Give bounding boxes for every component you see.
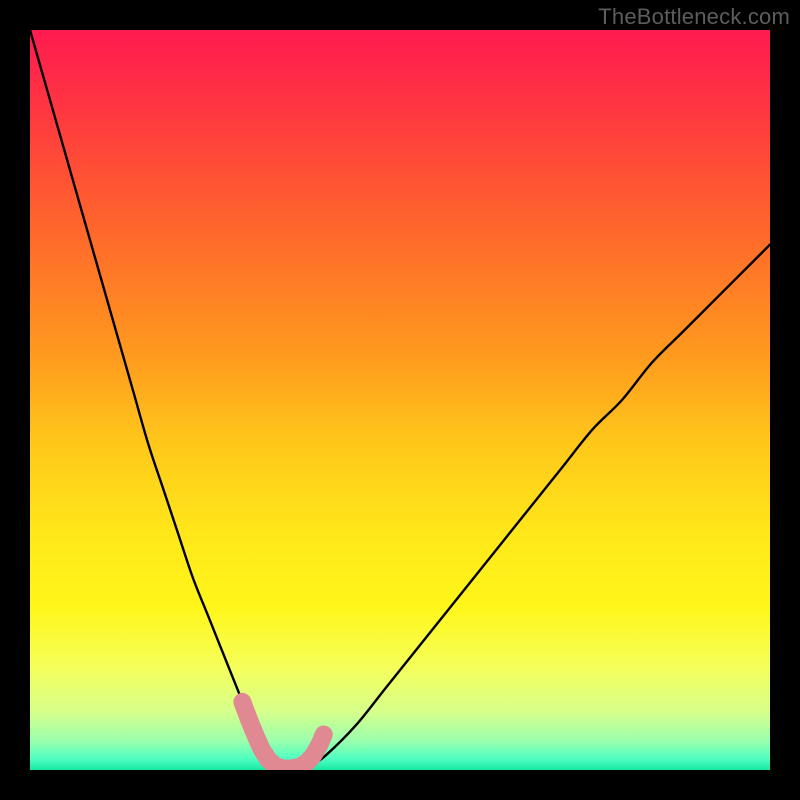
plot-area: [30, 30, 770, 770]
watermark-text: TheBottleneck.com: [598, 4, 790, 30]
chart-svg: [30, 30, 770, 770]
gradient-background: [30, 30, 770, 770]
chart-frame: TheBottleneck.com: [0, 0, 800, 800]
